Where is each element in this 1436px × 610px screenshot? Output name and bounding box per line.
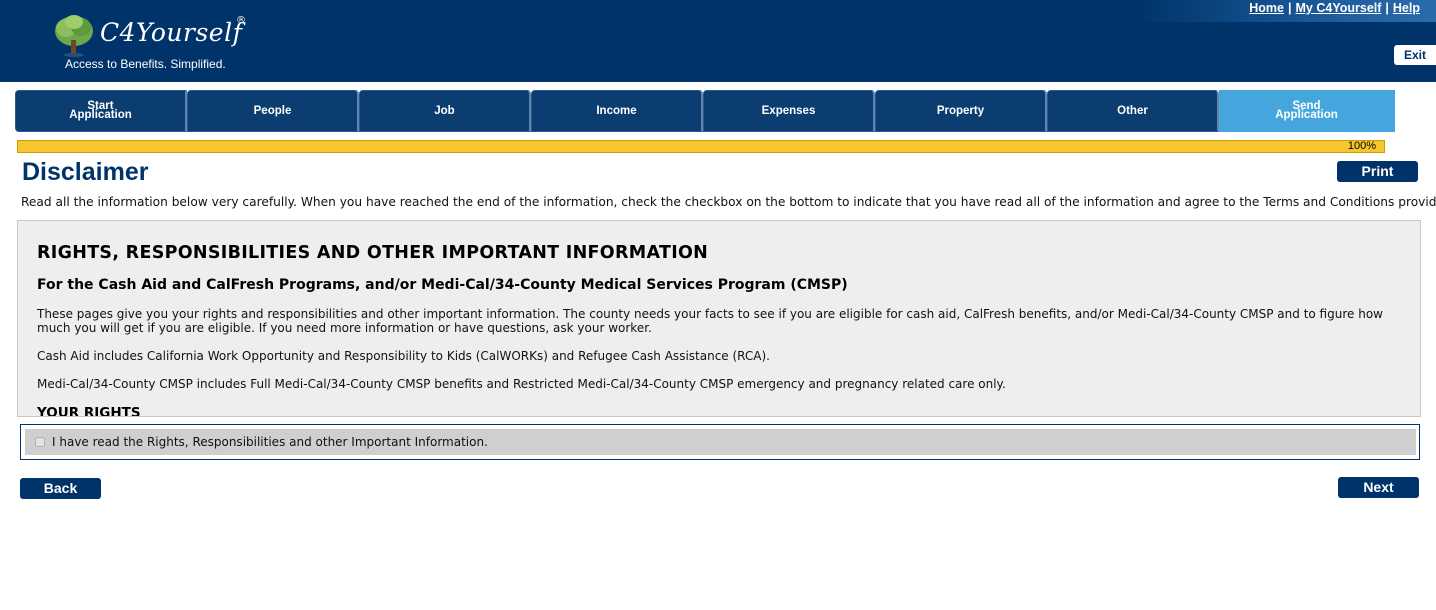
step-label: Property: [936, 104, 985, 117]
logo-tagline: Access to Benefits. Simplified.: [65, 57, 226, 71]
step-navigation: Start Application People Job Income Expe…: [15, 90, 1395, 132]
site-header: C4Yourself ® Access to Benefits. Simplif…: [0, 0, 1436, 82]
my-c4yourself-link[interactable]: My C4Yourself: [1296, 1, 1382, 15]
agreement-row[interactable]: I have read the Rights, Responsibilities…: [25, 429, 1416, 455]
info-paragraph: Medi-Cal/34-County CMSP includes Full Me…: [37, 377, 1006, 391]
back-button[interactable]: Back: [20, 478, 101, 499]
home-link[interactable]: Home: [1249, 1, 1284, 15]
agreement-checkbox[interactable]: [35, 437, 45, 447]
step-other[interactable]: Other: [1047, 90, 1219, 132]
link-separator: |: [1288, 1, 1292, 15]
top-links: Home | My C4Yourself | Help: [1249, 1, 1420, 15]
info-subheading: For the Cash Aid and CalFresh Programs, …: [37, 277, 848, 293]
info-paragraph: These pages give you your rights and res…: [37, 307, 1383, 335]
step-expenses[interactable]: Expenses: [703, 90, 875, 132]
tree-icon: [55, 15, 93, 57]
your-rights-heading: YOUR RIGHTS: [37, 405, 141, 417]
agreement-box: I have read the Rights, Responsibilities…: [20, 424, 1420, 460]
info-heading: RIGHTS, RESPONSIBILITIES AND OTHER IMPOR…: [37, 243, 709, 263]
step-label: Start Application: [69, 100, 132, 121]
step-label: Other: [1117, 104, 1148, 117]
logo-text[interactable]: C4Yourself: [100, 18, 242, 47]
info-paragraph: Cash Aid includes California Work Opport…: [37, 349, 770, 363]
print-button[interactable]: Print: [1337, 161, 1418, 182]
help-link[interactable]: Help: [1393, 1, 1420, 15]
step-start-application[interactable]: Start Application: [15, 90, 187, 132]
step-label: People: [253, 104, 292, 117]
instructions-text: Read all the information below very care…: [21, 195, 1436, 209]
next-button[interactable]: Next: [1338, 477, 1419, 498]
step-people[interactable]: People: [187, 90, 359, 132]
step-label: Income: [596, 104, 637, 117]
step-income[interactable]: Income: [531, 90, 703, 132]
step-property[interactable]: Property: [875, 90, 1047, 132]
progress-fill: [18, 141, 1384, 152]
disclaimer-scroll-panel[interactable]: RIGHTS, RESPONSIBILITIES AND OTHER IMPOR…: [17, 220, 1421, 417]
step-label: Job: [434, 104, 455, 117]
step-label: Send Application: [1275, 100, 1338, 121]
registered-mark: ®: [236, 15, 246, 26]
page-title: Disclaimer: [22, 158, 149, 186]
exit-button[interactable]: Exit: [1394, 45, 1436, 65]
agreement-label[interactable]: I have read the Rights, Responsibilities…: [52, 435, 488, 449]
progress-label: 100%: [1347, 140, 1376, 152]
step-label: Expenses: [761, 104, 816, 117]
link-separator: |: [1385, 1, 1389, 15]
progress-bar: 100%: [17, 140, 1385, 153]
step-send-application[interactable]: Send Application: [1219, 90, 1395, 132]
step-job[interactable]: Job: [359, 90, 531, 132]
